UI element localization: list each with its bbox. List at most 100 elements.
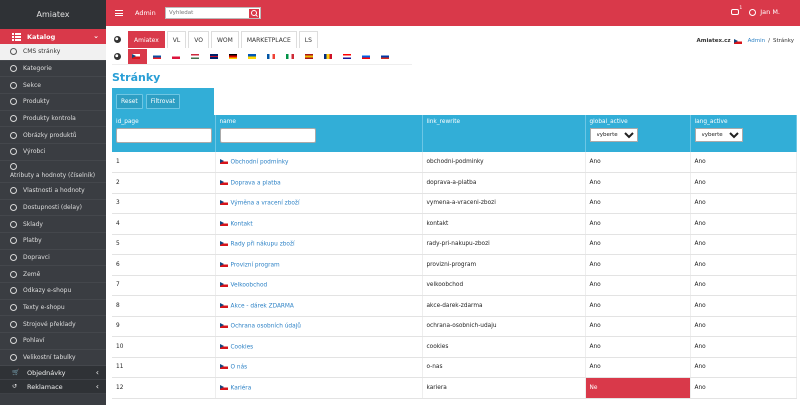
language-flag[interactable] [280,49,299,64]
search-icon[interactable] [249,9,259,18]
cell-name: Cookies [215,336,423,358]
flag-hu-icon [190,54,199,59]
breadcrumb-admin[interactable]: Admin [748,38,766,44]
tab-shop[interactable]: WOM [210,31,239,48]
language-flag[interactable] [261,49,280,64]
language-flag[interactable] [299,49,318,64]
sidebar-item[interactable]: Dostupnosti (delay) [0,200,106,217]
tab-shop[interactable]: MARKETPLACE [240,31,297,48]
sidebar-item[interactable]: Dopravci [0,250,106,267]
lang-active-select[interactable]: vyberte [694,128,743,142]
language-flag[interactable] [166,49,185,64]
id-page-filter-input[interactable] [116,128,212,143]
circle-icon [10,203,17,211]
language-flag[interactable] [318,49,337,64]
sidebar-item[interactable]: Kategorie [0,61,106,78]
circle-icon [10,115,17,123]
sidebar-item[interactable]: Strojové překlady [0,316,106,333]
page-name-link[interactable]: Kontakt [231,221,253,227]
sidebar-item[interactable]: Výrobci [0,144,106,161]
sidebar-item[interactable]: Pohlaví [0,333,106,350]
user-menu[interactable]: Jan M. [749,8,780,16]
tab-shop[interactable]: VO [188,31,209,48]
sidebar-item[interactable]: Produkty kontrola [0,111,106,128]
sidebar-item[interactable]: Produkty [0,94,106,111]
flag-cz-icon [219,343,228,349]
sidebar-item[interactable]: Texty e-shopu [0,300,106,317]
col-global-active: global_active vyberte [585,115,691,152]
page-name-link[interactable]: Cookies [231,344,254,350]
cell-name: Rady při nákupu zboží [215,234,423,255]
col-lang-active-label: lang_active [694,119,728,125]
user-name: Jan M. [760,8,780,16]
language-flag[interactable] [375,49,394,64]
page-name-link[interactable]: O nás [231,365,248,371]
cell-lang-active: Ano [690,357,797,378]
cell-link-rewrite: rady-pri-nakupu-zbozi [422,234,586,255]
cell-link-rewrite: velkoobchod [422,275,586,296]
sidebar-section-1[interactable]: ↺ Reklamace ‹ [0,380,106,395]
sidebar-item[interactable]: Odkazy e-shopu [0,283,106,300]
page-name-link[interactable]: Ochrana osobních údajů [231,324,301,330]
sidebar-item[interactable]: Země [0,266,106,283]
language-flag[interactable] [147,49,166,64]
cell-global-active: Ano [585,357,691,378]
cell-link-rewrite: provizni-program [422,254,586,276]
sidebar-item[interactable]: Sklady [0,216,106,233]
sidebar: Amiatex Katalog ⌄ CMS stránky Kategorie Se… [0,0,106,405]
cell-id: 8 [112,295,216,317]
breadcrumb-site[interactable]: Amiatex.cz [697,38,731,44]
sidebar-item[interactable]: Velikostní tabulky [0,350,106,367]
page-name-link[interactable]: Rady při nákupu zboží [231,242,295,248]
table-row: 11 O nás o-nas Ano Ano [112,357,797,378]
tab-shop[interactable]: VL [166,31,187,48]
page-name-link[interactable]: Velkoobchod [231,283,268,289]
sidebar-item[interactable]: Atributy a hodnoty (číselník) [0,161,106,183]
sidebar-item[interactable]: Vlastnosti a hodnoty [0,183,106,200]
shop-tabs: Amiatex VL VO WOM MARKETPLACE LS [112,31,320,48]
page-name-link[interactable]: Kariéra [231,385,252,391]
search-input[interactable] [166,10,248,16]
language-flag[interactable] [356,49,375,64]
sidebar-item[interactable]: Sekce [0,77,106,95]
sidebar-item[interactable]: Platby [0,233,106,250]
page-name-link[interactable]: Akce - dárek ZDARMA [231,303,294,309]
admin-link[interactable]: Admin [135,9,156,17]
sidebar-item-label: Pohlaví [23,337,45,345]
circle-icon [10,220,17,228]
cell-name: Doprava a platba [215,172,423,194]
language-flag[interactable] [204,49,223,64]
cell-global-active: Ano [585,336,691,358]
sidebar-item[interactable]: CMS stránky [0,44,106,61]
sidebar-section-katalog[interactable]: Katalog ⌄ [0,29,106,44]
flag-it-icon [285,54,294,59]
breadcrumb-flag [733,38,742,44]
language-flag[interactable] [185,49,204,64]
messages-icon[interactable]: 1 [731,6,742,15]
cell-name: Provizní program [215,254,423,276]
reset-button[interactable]: Reset [116,94,143,109]
language-flag[interactable] [242,49,261,64]
tab-shop[interactable]: LS [298,31,318,48]
page-name-link[interactable]: Obchodní podmínky [231,159,289,165]
brand-logo[interactable]: Amiatex [0,0,106,29]
cell-lang-active: Ano [690,193,797,214]
language-flag[interactable] [337,49,356,64]
global-active-select[interactable]: vyberte [589,128,638,142]
cell-name: Kariéra [215,377,423,399]
tab-shop[interactable]: Amiatex [128,31,165,48]
sidebar-section-0[interactable]: 🛒 Objednávky ‹ [0,366,106,381]
name-filter-input[interactable] [219,128,316,143]
page-name-link[interactable]: Doprava a platba [231,180,281,186]
hamburger-icon[interactable] [115,10,123,16]
page-name-link[interactable]: Výměna a vracení zboží [231,201,300,207]
filter-button[interactable]: Filtrovat [145,94,181,109]
language-flag[interactable] [128,49,147,64]
page-name-link[interactable]: Provizní program [231,262,280,268]
flag-cz-icon [219,200,228,205]
sidebar-item[interactable]: Obrázky produktů [0,127,106,145]
flag-cz-icon [219,241,228,246]
flag-cz-icon [219,179,228,185]
language-flag[interactable] [223,49,242,64]
cell-name: O nás [215,357,423,378]
